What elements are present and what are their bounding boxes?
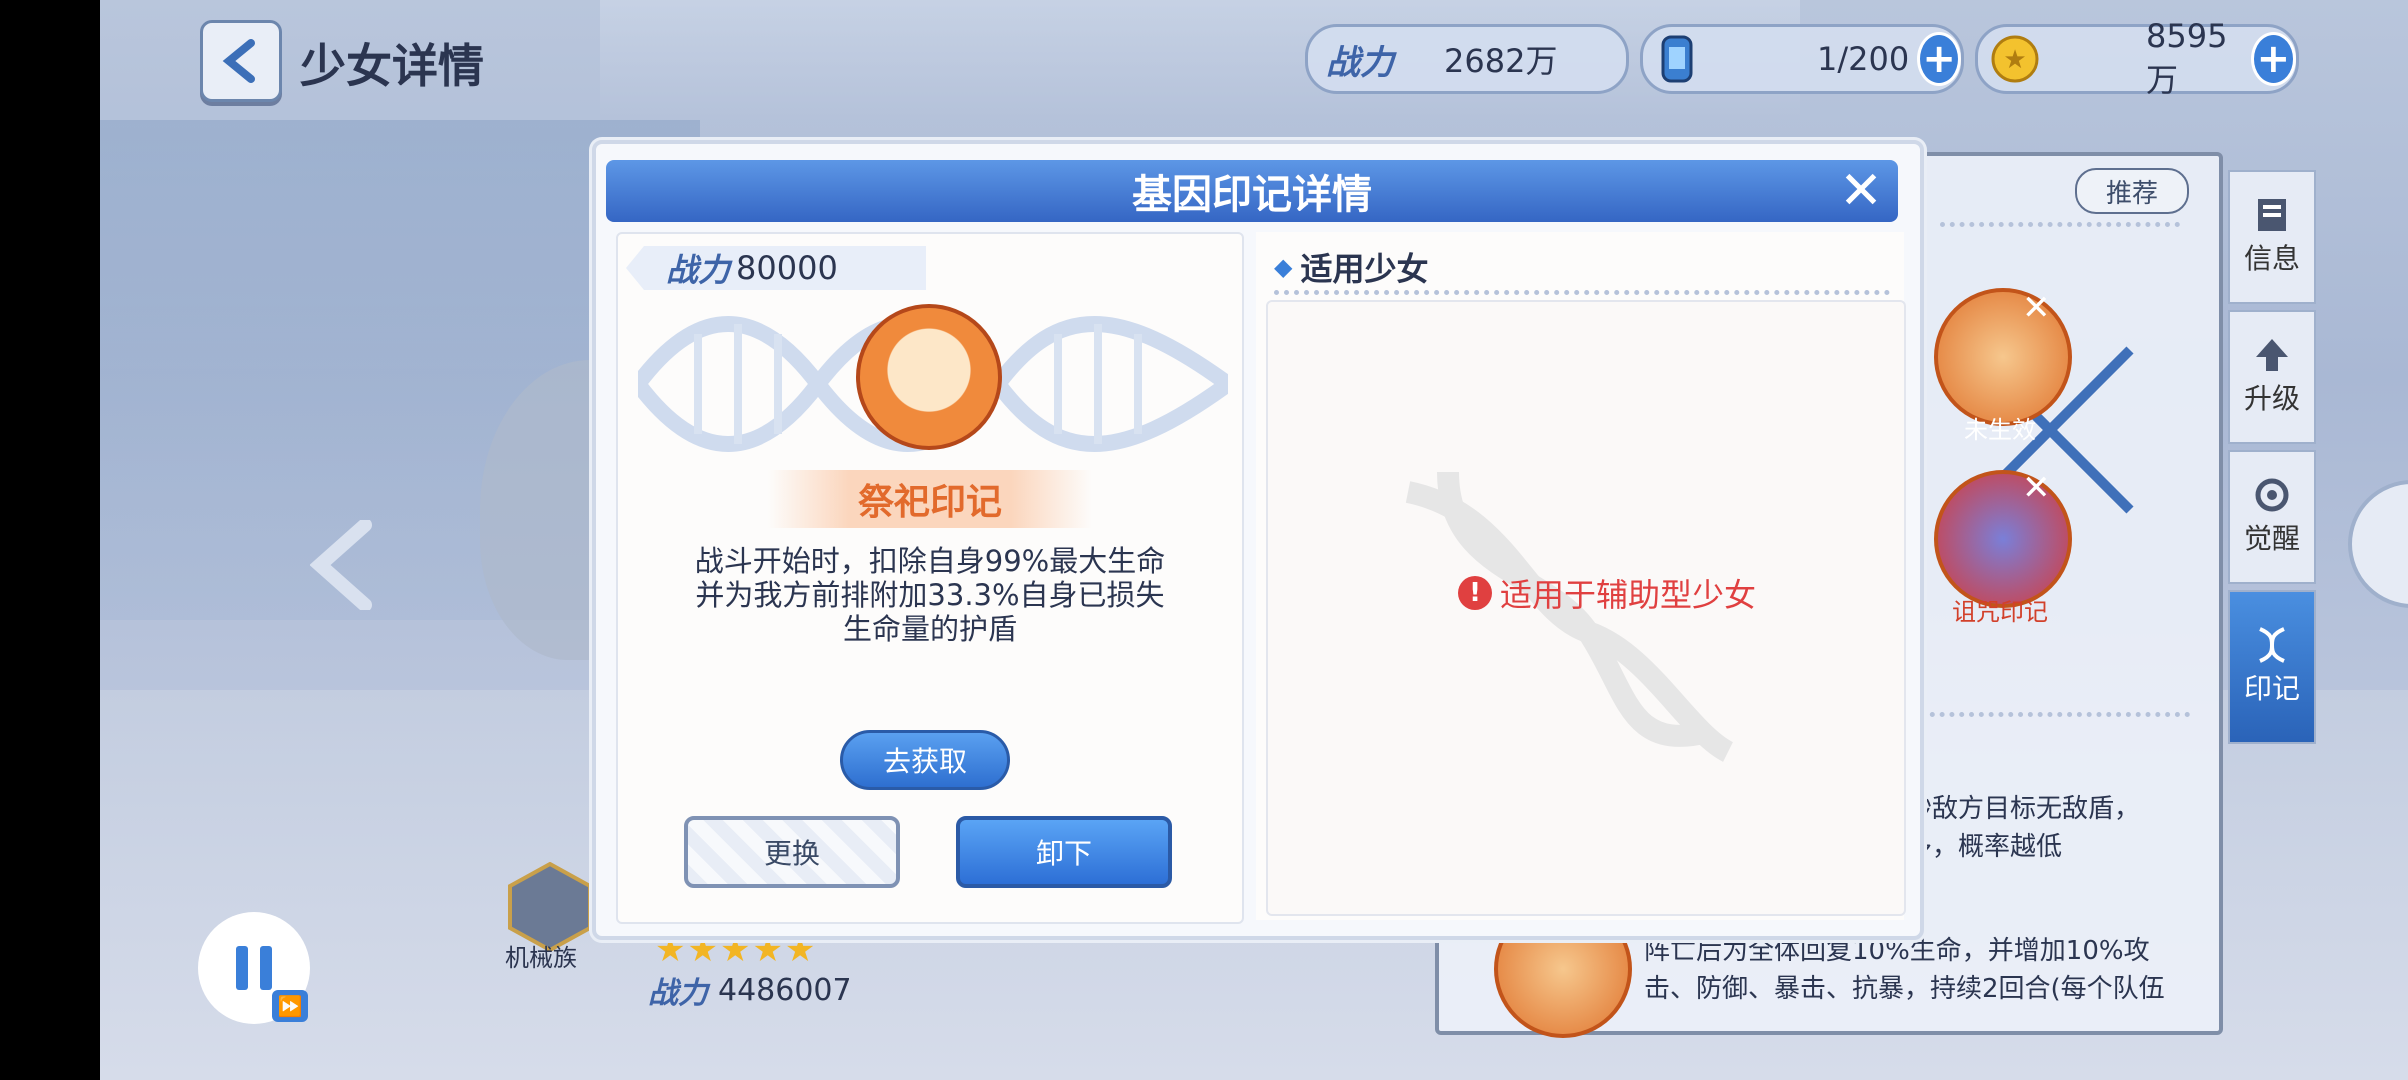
tab-awaken-label: 觉醒 (2243, 522, 2300, 555)
stamina-value: 1/200 (1817, 40, 1910, 78)
pause-icon (236, 946, 272, 990)
warning-icon: ! (1458, 576, 1492, 610)
mark-name: 祭祀印记 (768, 470, 1092, 528)
mark-power-label: 战力 (666, 251, 731, 289)
stamina-display: 1/200 + (1640, 24, 1964, 94)
character-power-value: 4486007 (718, 972, 852, 1008)
mark-slot-2[interactable] (1934, 470, 2072, 608)
back-button[interactable] (200, 20, 282, 102)
page-title: 少女详情 (300, 39, 484, 93)
add-stamina-button[interactable]: + (1917, 32, 1961, 86)
chevron-left-icon (222, 39, 255, 83)
mark-slot-1[interactable] (1934, 288, 2072, 426)
tab-upgrade-label: 升级 (2243, 382, 2300, 415)
sacrifice-mark-icon (856, 304, 1002, 450)
tab-info-label: 信息 (2243, 242, 2300, 275)
recommend-button[interactable]: 推荐 (2075, 168, 2189, 214)
power-display: 战力 2682万 (1305, 24, 1629, 94)
divider-2 (1920, 712, 2190, 717)
side-tab-bar: 信息 升级 觉醒 印记 (2228, 170, 2316, 770)
replace-button[interactable]: 更换 (684, 816, 900, 888)
mark-description: 战斗开始时，扣除自身99%最大生命并为我方前排附加33.3%自身已损失生命量的护… (694, 544, 1166, 646)
slot-2-label: 诅咒印记 (1952, 598, 2048, 626)
skill-text-2: 阵亡后为全体回复10%生命，并增加10%攻 击、防御、暴击、抗暴，持续2回合(每… (1644, 936, 2165, 1004)
potion-icon (1655, 33, 1699, 85)
applicable-title: 适用少女 (1300, 250, 1429, 288)
race-label: 机械族 (505, 944, 577, 972)
applicable-pane: ◆ 适用少女 ! 适用于辅助型少女 (1256, 232, 1906, 920)
prev-arrow-icon[interactable] (310, 520, 380, 610)
applicable-hint: ! 适用于辅助型少女 (1458, 570, 1756, 616)
applicable-hint-text: 适用于辅助型少女 (1500, 576, 1757, 614)
character-power: 战力 4486007 (648, 968, 852, 1012)
awaken-icon (2255, 478, 2289, 512)
divider (1940, 222, 2180, 227)
slot-1-label: 未生效 (1964, 416, 2036, 444)
remove-slot-1-icon[interactable]: ✕ (2022, 288, 2051, 328)
gold-display: ★ 8595万 + (1975, 17, 2299, 99)
mark-power-value: 80000 (736, 249, 838, 287)
add-gold-button[interactable]: + (2250, 32, 2296, 86)
svg-text:★: ★ (2003, 45, 2026, 75)
tab-info[interactable]: 信息 (2228, 170, 2316, 304)
applicable-section-title: ◆ 适用少女 (1274, 244, 1428, 290)
mark-power-tag: 战力 80000 (626, 246, 926, 290)
diamond-bullet-icon: ◆ (1274, 253, 1293, 281)
tab-mark[interactable]: 印记 (2228, 590, 2316, 744)
mark-detail-pane: 战力 80000 祭祀印记 战斗开始时，扣除自身99%最大生命并为我方前排附加3… (616, 232, 1244, 924)
fast-forward-button[interactable]: ⏩ (272, 990, 308, 1022)
fast-forward-icon: ⏩ (277, 994, 303, 1018)
tab-upgrade[interactable]: 升级 (2228, 310, 2316, 444)
tab-awaken[interactable]: 觉醒 (2228, 450, 2316, 584)
dialog-header: 基因印记详情 ✕ (606, 160, 1898, 222)
letterbox-left (0, 0, 100, 1080)
unequip-button[interactable]: 卸下 (956, 816, 1172, 888)
tab-mark-label: 印记 (2243, 672, 2300, 705)
power-label: 战力 (1326, 42, 1394, 83)
gold-value: 8595万 (2146, 17, 2228, 99)
info-icon (2258, 199, 2286, 231)
skill-text-1: 秒敌方目标无敌盾， 多，概率越低 (1906, 794, 2141, 862)
close-icon[interactable]: ✕ (1836, 161, 1886, 221)
applicable-empty-box: ! 适用于辅助型少女 (1266, 300, 1906, 916)
coin-icon: ★ (1990, 34, 2040, 84)
dialog-title: 基因印记详情 (1132, 172, 1372, 218)
section-divider (1274, 290, 1890, 295)
upgrade-icon (2256, 339, 2288, 371)
dna-icon (2259, 627, 2285, 663)
remove-slot-2-icon[interactable]: ✕ (2022, 468, 2051, 508)
get-button[interactable]: 去获取 (840, 730, 1010, 790)
character-power-label: 战力 (648, 976, 708, 1011)
power-value: 2682万 (1444, 42, 1558, 80)
gene-mark-dialog: 基因印记详情 ✕ 战力 80000 祭祀印记 战斗开始时，扣除自身99%最大生命… (592, 140, 1924, 940)
